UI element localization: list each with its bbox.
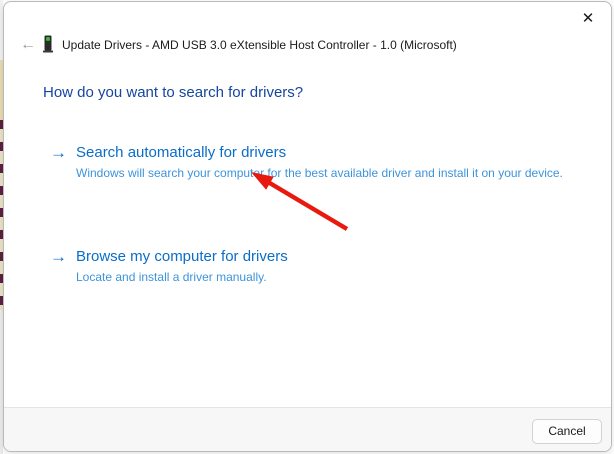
- option-description: Locate and install a driver manually.: [76, 270, 267, 284]
- page-heading: How do you want to search for drivers?: [43, 84, 304, 101]
- forward-arrow-icon: →: [50, 247, 67, 266]
- dialog-footer: Cancel: [4, 407, 611, 451]
- cancel-button[interactable]: Cancel: [532, 418, 602, 444]
- option-browse-computer[interactable]: → Browse my computer for drivers Locate …: [50, 247, 288, 285]
- back-arrow-icon[interactable]: ←: [16, 34, 40, 56]
- title-bar: ✕: [4, 2, 611, 32]
- device-icon: [42, 35, 54, 58]
- wizard-header: ← Update Drivers - AMD USB 3.0 eXtensibl…: [4, 32, 611, 60]
- option-title[interactable]: Browse my computer for drivers: [76, 247, 288, 267]
- option-description: Windows will search your computer for th…: [76, 166, 563, 180]
- dialog-title: Update Drivers - AMD USB 3.0 eXtensible …: [62, 38, 457, 52]
- option-title[interactable]: Search automatically for drivers: [76, 143, 563, 163]
- close-icon[interactable]: ✕: [571, 5, 605, 31]
- option-text: Browse my computer for drivers Locate an…: [76, 247, 288, 285]
- forward-arrow-icon: →: [50, 143, 67, 162]
- option-text: Search automatically for drivers Windows…: [76, 143, 563, 181]
- update-drivers-dialog: ✕ ← Update Drivers - AMD USB 3.0 eXtensi…: [3, 1, 612, 452]
- option-search-automatically[interactable]: → Search automatically for drivers Windo…: [50, 143, 563, 181]
